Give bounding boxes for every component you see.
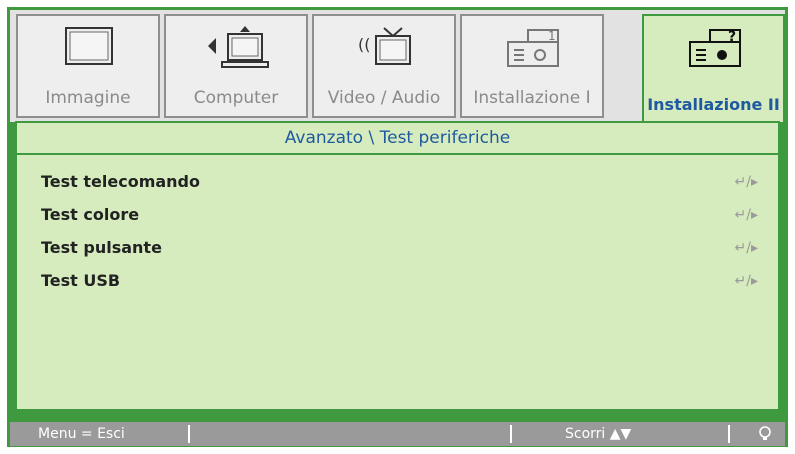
scroll-hint: Scorri ▲▼ bbox=[565, 426, 632, 442]
tab-label: Immagine bbox=[45, 88, 131, 108]
svg-text:?: ? bbox=[728, 29, 736, 45]
projector-question-icon: ? bbox=[644, 24, 783, 76]
breadcrumb: Avanzato \ Test periferiche bbox=[17, 123, 778, 155]
menu-item-label: Test pulsante bbox=[41, 238, 162, 257]
tab-installazione-i[interactable]: 1 Installazione I bbox=[460, 14, 604, 118]
tab-computer[interactable]: Computer bbox=[164, 14, 308, 118]
tab-label: Installazione II bbox=[647, 95, 780, 114]
enter-arrow-icon: ↵/▸ bbox=[734, 174, 758, 190]
tab-label: Computer bbox=[193, 88, 279, 108]
enter-arrow-icon: ↵/▸ bbox=[734, 207, 758, 223]
lightbulb-icon bbox=[758, 426, 772, 450]
menu-item-label: Test telecomando bbox=[41, 172, 200, 191]
menu-item-test-telecomando[interactable]: Test telecomando ↵/▸ bbox=[41, 167, 758, 197]
projector-icon: 1 bbox=[462, 24, 602, 76]
tab-label: Installazione I bbox=[473, 88, 591, 108]
enter-arrow-icon: ↵/▸ bbox=[734, 240, 758, 256]
divider bbox=[510, 425, 512, 443]
tab-video-audio[interactable]: (( Video / Audio bbox=[312, 14, 456, 118]
menu-item-test-colore[interactable]: Test colore ↵/▸ bbox=[41, 200, 758, 230]
tab-installazione-ii[interactable]: ? Installazione II bbox=[642, 14, 785, 122]
tab-immagine[interactable]: Immagine bbox=[16, 14, 160, 118]
content-panel: Avanzato \ Test periferiche Test telecom… bbox=[15, 121, 780, 411]
menu-exit-hint: Menu = Esci bbox=[38, 426, 125, 442]
video-audio-icon: (( bbox=[314, 24, 454, 76]
status-bar: Menu = Esci Scorri ▲▼ bbox=[10, 422, 785, 446]
svg-text:((: (( bbox=[358, 35, 370, 54]
computer-icon bbox=[166, 24, 306, 76]
enter-arrow-icon: ↵/▸ bbox=[734, 273, 758, 289]
divider bbox=[728, 425, 730, 443]
menu-item-test-usb[interactable]: Test USB ↵/▸ bbox=[41, 266, 758, 296]
menu-item-label: Test colore bbox=[41, 205, 140, 224]
divider bbox=[188, 425, 190, 443]
tab-label: Video / Audio bbox=[327, 88, 441, 108]
menu-item-label: Test USB bbox=[41, 271, 121, 290]
monitor-icon bbox=[18, 24, 158, 76]
menu-item-test-pulsante[interactable]: Test pulsante ↵/▸ bbox=[41, 233, 758, 263]
svg-text:1: 1 bbox=[548, 29, 556, 43]
